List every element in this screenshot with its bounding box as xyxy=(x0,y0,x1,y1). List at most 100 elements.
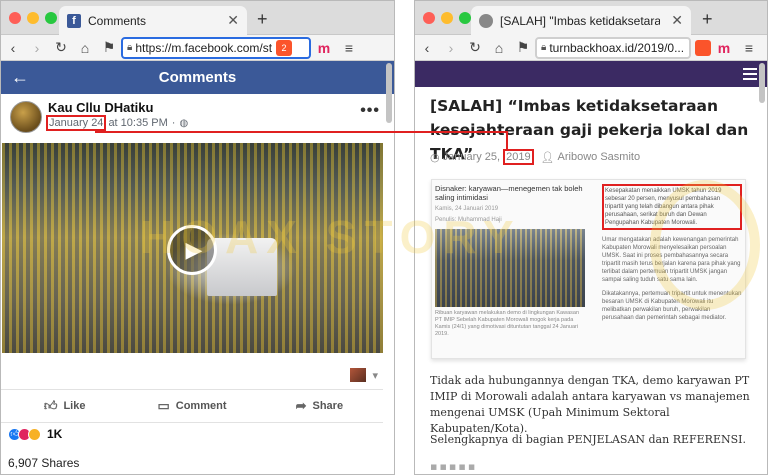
maximize-window-button[interactable] xyxy=(45,12,57,24)
maximize-window-button[interactable] xyxy=(459,12,471,24)
post-time: at 10:35 PM xyxy=(108,117,168,129)
comment-bubble-icon: ▭ xyxy=(157,398,170,413)
clipping-date: Kamis, 24 Januari 2019 xyxy=(435,206,499,212)
address-bar[interactable]: 🔒︎ turnbackhoax.id/2019/0... xyxy=(535,36,691,59)
left-browser-window: f Comments ✕ + ‹ › ↻ ⌂ ⚑ 🔒︎ https://m.fa… xyxy=(0,0,395,475)
article-body-paragraph: Selengkapnya di bagian PENJELASAN dan RE… xyxy=(430,433,746,446)
video-player[interactable]: ▶ xyxy=(2,143,383,353)
tab-title: [SALAH] "Imbas ketidaksetaraan k xyxy=(500,13,660,28)
tab-bar: [SALAH] "Imbas ketidaksetaraan k ✕ + xyxy=(415,1,767,35)
window-controls xyxy=(423,12,471,24)
avatar[interactable] xyxy=(10,101,42,133)
url-text: turnbackhoax.id/2019/0... xyxy=(549,40,685,55)
clipping-caption: Ribuan karyawan melakukan demo di lingku… xyxy=(435,310,580,337)
clipping-headline: Disnaker: karyawan—menegemen tak boleh s… xyxy=(435,184,583,202)
scrollbar[interactable] xyxy=(759,63,765,103)
like-button[interactable]: 👍︎ Like xyxy=(1,398,128,414)
like-label: Like xyxy=(63,400,86,412)
site-favicon-icon xyxy=(479,13,493,28)
police-car-image xyxy=(207,238,277,296)
browser-toolbar: ‹ › ↻ ⌂ ⚑ 🔒︎ turnbackhoax.id/2019/0... m… xyxy=(415,35,767,61)
clipping-right-column: Kesepakatan menaikkan UMSK tahun 2019 se… xyxy=(602,184,742,328)
forward-icon[interactable]: › xyxy=(25,40,49,56)
lock-icon: 🔒︎ xyxy=(127,42,133,53)
menu-icon[interactable]: ≡ xyxy=(737,40,761,56)
more-options-button[interactable]: ••• xyxy=(360,102,380,120)
clock-icon: ◷ xyxy=(430,151,440,164)
address-bar[interactable]: 🔒︎ https://m.facebook.com/st 2 xyxy=(121,36,311,59)
comment-button[interactable]: ▭ Comment xyxy=(128,398,255,414)
menu-icon[interactable]: ≡ xyxy=(337,40,361,56)
share-count[interactable]: 6,907 Shares xyxy=(8,456,79,470)
comment-as-row[interactable]: ▾ xyxy=(350,368,378,382)
reaction-summary[interactable]: 👍︎ 1K xyxy=(8,427,62,441)
lock-icon: 🔒︎ xyxy=(541,42,547,53)
right-browser-window: [SALAH] "Imbas ketidaksetaraan k ✕ + ‹ ›… xyxy=(414,0,768,475)
reload-icon[interactable]: ↻ xyxy=(463,39,487,56)
article-author[interactable]: Aribowo Sasmito xyxy=(558,151,641,163)
post-date-highlight: January 24 xyxy=(46,115,107,131)
tab-title: Comments xyxy=(88,13,147,28)
reload-icon[interactable]: ↻ xyxy=(49,39,73,56)
extension-m-icon[interactable]: m xyxy=(711,40,737,56)
new-tab-button[interactable]: + xyxy=(257,9,268,30)
home-icon[interactable]: ⌂ xyxy=(73,40,97,56)
wow-reaction-icon xyxy=(28,427,41,441)
clipping-left-column: Disnaker: karyawan—menegemen tak boleh s… xyxy=(435,184,585,338)
clipping-paragraph: Umar mengatakan adalah kewenangan pemeri… xyxy=(602,237,741,283)
clipping-highlighted-paragraph: Kesepakatan menaikkan UMSK tahun 2019 se… xyxy=(602,184,742,230)
share-label: Share xyxy=(312,400,344,412)
news-clipping-image: Disnaker: karyawan—menegemen tak boleh s… xyxy=(431,179,746,359)
forward-icon[interactable]: › xyxy=(439,40,463,56)
site-header xyxy=(415,61,767,87)
highlight-connector-line xyxy=(95,131,508,133)
tab-comments[interactable]: f Comments ✕ xyxy=(59,6,247,35)
close-tab-icon[interactable]: ✕ xyxy=(227,12,239,29)
minimize-window-button[interactable] xyxy=(27,12,39,24)
author-icon: 👤︎ xyxy=(540,151,555,164)
url-text: https://m.facebook.com/st xyxy=(135,40,273,55)
tab-bar: f Comments ✕ + xyxy=(1,1,394,35)
article-year-highlight: 2019 xyxy=(503,149,534,165)
new-tab-button[interactable]: + xyxy=(702,9,713,30)
share-arrow-icon: ➦ xyxy=(295,398,307,413)
post-author[interactable]: Kau Cllu DHatiku xyxy=(48,100,153,115)
scrollbar[interactable] xyxy=(386,63,392,123)
home-icon[interactable]: ⌂ xyxy=(487,40,511,56)
hamburger-menu-icon[interactable] xyxy=(743,68,757,83)
chevron-down-icon: ▾ xyxy=(372,369,378,382)
profile-thumbnail xyxy=(350,368,367,382)
brave-shield-icon[interactable] xyxy=(695,39,711,56)
close-window-button[interactable] xyxy=(9,12,21,24)
facebook-favicon-icon: f xyxy=(67,13,81,28)
post-actions: 👍︎ Like ▭ Comment ➦ Share xyxy=(1,389,383,423)
window-controls xyxy=(9,12,57,24)
play-icon[interactable]: ▶ xyxy=(167,225,217,275)
minimize-window-button[interactable] xyxy=(441,12,453,24)
divider: ▪▪▪▪▪ xyxy=(430,460,478,473)
brave-shield-icon[interactable]: 2 xyxy=(276,39,293,56)
crowd-photo xyxy=(435,229,585,307)
share-button[interactable]: ➦ Share xyxy=(256,398,383,414)
bookmark-icon[interactable]: ⚑ xyxy=(97,39,121,56)
back-arrow-icon[interactable]: ← xyxy=(11,67,29,88)
clipping-author: Penulis: Muhammad Haji xyxy=(435,217,502,223)
close-window-button[interactable] xyxy=(423,12,435,24)
thumbs-up-icon: 👍︎ xyxy=(43,398,58,413)
browser-toolbar: ‹ › ↻ ⌂ ⚑ 🔒︎ https://m.facebook.com/st 2… xyxy=(1,35,394,61)
article-body-paragraph: Tidak ada hubungannya dengan TKA, demo k… xyxy=(430,374,750,435)
extension-m-icon[interactable]: m xyxy=(311,40,337,56)
bookmark-icon[interactable]: ⚑ xyxy=(511,39,535,56)
back-icon[interactable]: ‹ xyxy=(1,40,25,56)
highlight-connector-line xyxy=(506,131,508,149)
article-date: January 25, xyxy=(442,151,501,163)
post-timestamp[interactable]: January 24 at 10:35 PM · ◍ xyxy=(46,115,188,131)
back-icon[interactable]: ‹ xyxy=(415,40,439,56)
comment-label: Comment xyxy=(175,400,227,412)
date-separator: · xyxy=(171,117,176,129)
tab-article[interactable]: [SALAH] "Imbas ketidaksetaraan k ✕ xyxy=(471,6,691,35)
article-meta: ◷ January 25, 2019 👤︎ Aribowo Sasmito xyxy=(430,149,640,165)
clipping-paragraph: Dikatakannya, pertemuan tripartit untuk … xyxy=(602,291,742,321)
page-title: Comments xyxy=(158,69,237,86)
close-tab-icon[interactable]: ✕ xyxy=(671,12,683,29)
